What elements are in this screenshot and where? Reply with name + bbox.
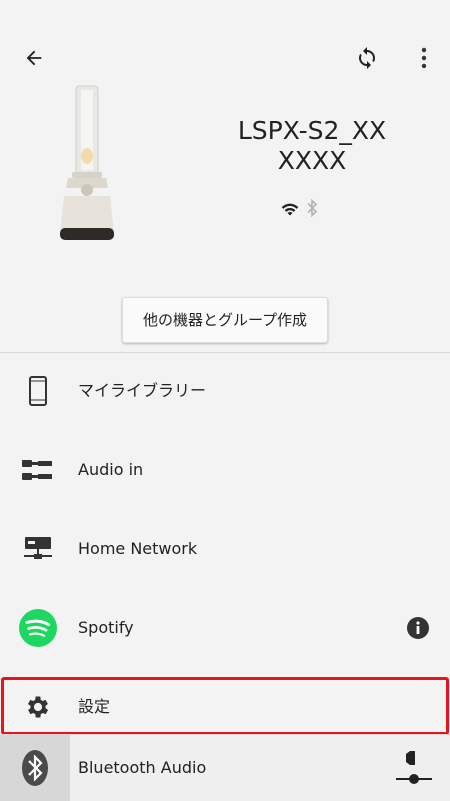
spotify-info-button[interactable]	[405, 615, 431, 641]
back-arrow-icon	[26, 50, 42, 66]
menu-item-label: マイライブラリー	[78, 381, 207, 400]
menu-item-label: Spotify	[78, 618, 134, 637]
refresh-button[interactable]	[349, 40, 385, 76]
menu-item-spotify[interactable]: Spotify	[0, 589, 450, 667]
volume-button[interactable]	[392, 745, 436, 791]
menu-item-label: Audio in	[78, 460, 144, 479]
home-network-icon	[18, 529, 58, 569]
wifi-icon	[281, 203, 299, 216]
info-icon	[407, 617, 429, 639]
gear-icon	[18, 687, 58, 727]
menu-item-home-network[interactable]: Home Network	[0, 510, 450, 588]
more-vertical-icon	[421, 47, 427, 69]
source-label: Bluetooth Audio	[78, 758, 207, 777]
audio-cable-icon	[18, 450, 58, 490]
connection-status	[280, 196, 330, 220]
device-header: LSPX-S2_XXXXXX 他の機器とグループ作成	[0, 0, 450, 353]
speaker-product-image	[60, 85, 114, 240]
back-button[interactable]	[16, 40, 52, 76]
create-group-button[interactable]: 他の機器とグループ作成	[122, 297, 328, 343]
more-options-button[interactable]	[406, 40, 442, 76]
device-name: LSPX-S2_XXXXXX	[237, 116, 387, 175]
now-playing-bar[interactable]: Bluetooth Audio	[0, 734, 450, 801]
bluetooth-icon	[307, 199, 318, 217]
volume-slider-icon	[396, 751, 432, 784]
menu-item-my-library[interactable]: マイライブラリー	[0, 352, 450, 430]
spotify-icon	[18, 608, 58, 648]
bluetooth-source-tile	[0, 735, 70, 801]
menu-item-audio-in[interactable]: Audio in	[0, 431, 450, 509]
refresh-icon	[359, 47, 375, 69]
smartphone-icon	[18, 371, 58, 411]
bluetooth-icon	[22, 750, 48, 786]
menu-item-label: Home Network	[78, 539, 198, 558]
